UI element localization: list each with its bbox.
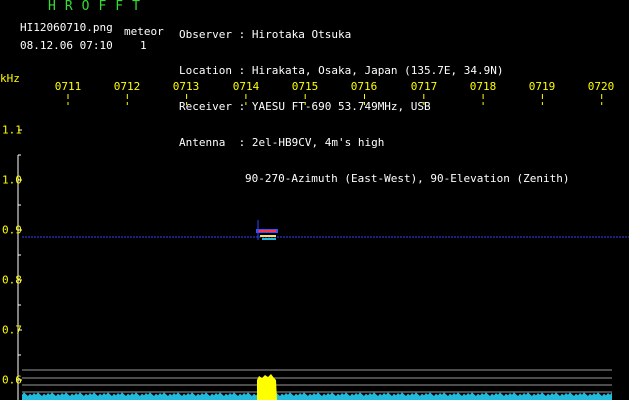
station-info-key: Receiver bbox=[179, 100, 232, 113]
station-info-key: Observer bbox=[179, 28, 232, 41]
station-info-key: Location bbox=[179, 64, 232, 77]
station-info-row: Antenna : 2el-HB9CV, 4m's high bbox=[179, 137, 570, 149]
time-tick-label: 0713 bbox=[172, 80, 200, 93]
station-info-row: Observer : Hirotaka Otsuka bbox=[179, 29, 570, 41]
time-tick-label: 0711 bbox=[54, 80, 82, 93]
frequency-tick-label: 0.6 bbox=[2, 373, 22, 387]
frequency-tick-label: 1.0 bbox=[2, 173, 22, 187]
station-info-value: 90-270-Azimuth (East-West), 90-Elevation… bbox=[245, 172, 570, 185]
station-info: Observer : Hirotaka Otsuka Location : Hi… bbox=[179, 5, 570, 197]
time-tick-label: 0712 bbox=[113, 80, 141, 93]
station-info-row: Location : Hirakata, Osaka, Japan (135.7… bbox=[179, 65, 570, 77]
noise-level-trace bbox=[22, 392, 612, 400]
file-name: HI12060710.png bbox=[20, 21, 113, 34]
time-tick-label: 0720 bbox=[587, 80, 615, 93]
time-tick-label: 0719 bbox=[528, 80, 556, 93]
time-axis: 0711 0712 0713 0714 0715 0716 0717 0718 … bbox=[0, 80, 629, 93]
time-tick-label: 0718 bbox=[469, 80, 497, 93]
meteor-label: meteor bbox=[124, 25, 164, 38]
station-info-key: Antenna bbox=[179, 136, 232, 149]
station-info-row: Receiver : YAESU FT-690 53.749MHz, USB bbox=[179, 101, 570, 113]
station-info-value: Hirotaka Otsuka bbox=[251, 28, 352, 41]
time-tick-label: 0716 bbox=[350, 80, 378, 93]
station-info-value: 2el-HB9CV, 4m's high bbox=[251, 136, 385, 149]
station-info-separator: : bbox=[231, 64, 252, 77]
frequency-tick-label: 1.1 bbox=[2, 123, 22, 137]
station-info-row: 90-270-Azimuth (East-West), 90-Elevation… bbox=[179, 173, 570, 185]
station-info-value: YAESU FT-690 53.749MHz, USB bbox=[251, 100, 431, 113]
app-title: HROFFT bbox=[48, 0, 149, 14]
station-info-separator: : bbox=[231, 28, 252, 41]
station-info-value: Hirakata, Osaka, Japan (135.7E, 34.9N) bbox=[251, 64, 504, 77]
station-info-separator: : bbox=[231, 136, 252, 149]
time-tick-label: 0717 bbox=[410, 80, 438, 93]
time-tick-label: 0715 bbox=[291, 80, 319, 93]
frequency-tick-label: 0.8 bbox=[2, 273, 22, 287]
signal-level-guides bbox=[22, 369, 612, 393]
station-info-separator: : bbox=[231, 100, 252, 113]
frequency-tick-label: 0.7 bbox=[2, 323, 22, 337]
frequency-tick-label: 0.9 bbox=[2, 223, 22, 237]
capture-datetime: 08.12.06 07:10 bbox=[20, 39, 113, 52]
meteor-count: 1 bbox=[140, 39, 147, 52]
time-tick-label: 0714 bbox=[232, 80, 260, 93]
